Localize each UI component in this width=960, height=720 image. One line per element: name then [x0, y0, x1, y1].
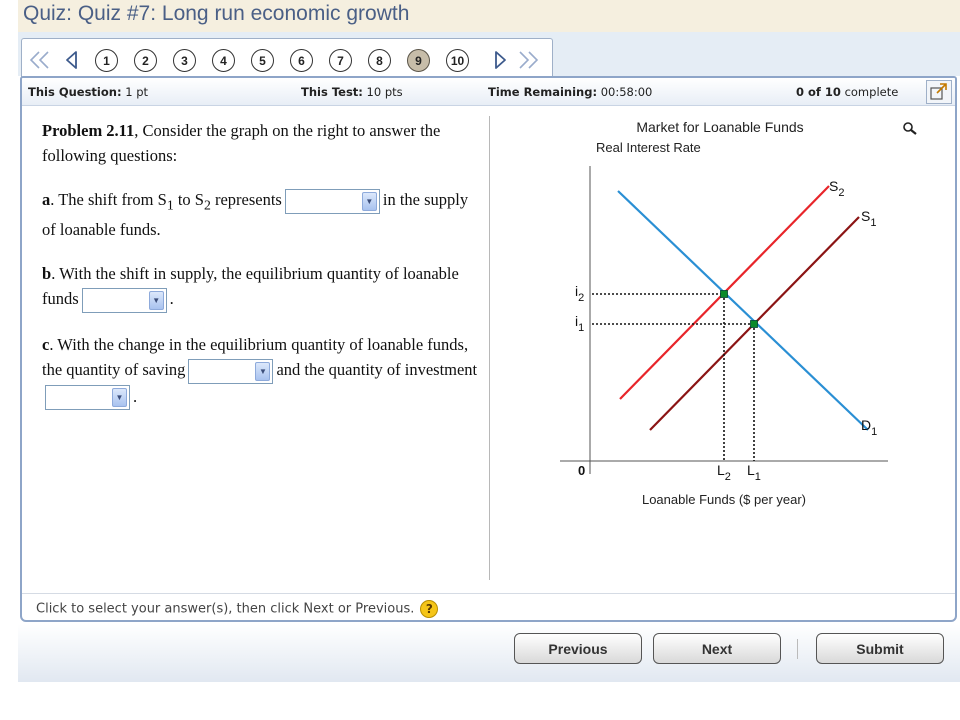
l2-label: L2: [717, 462, 731, 483]
l1-label: L1: [747, 462, 761, 483]
chevron-down-icon: ▼: [112, 388, 127, 408]
chevron-down-icon: ▼: [255, 361, 271, 381]
previous-button[interactable]: Previous: [514, 633, 642, 664]
chevron-down-icon: ▼: [148, 291, 164, 311]
title-bar: Quiz: Quiz #7: Long run economic growth: [18, 0, 960, 32]
part-a: a. The shift from S1 to S2 represents ▼ in…: [42, 188, 469, 240]
chevron-down-icon: ▼: [361, 191, 377, 211]
origin-label: 0: [578, 463, 585, 478]
question-2-button[interactable]: 2: [134, 49, 157, 72]
expand-view-button[interactable]: [926, 80, 952, 104]
part-b-dropdown[interactable]: ▼: [81, 288, 167, 314]
question-8-button[interactable]: 8: [368, 49, 391, 72]
completion-status: 0 of 10 complete: [796, 85, 899, 99]
zoom-icon[interactable]: [902, 121, 918, 135]
y-axis-label: Real Interest Rate: [596, 140, 701, 155]
loanable-funds-graph: Market for Loanable Funds Real Interest …: [560, 119, 918, 507]
last-question-icon[interactable]: [516, 48, 540, 72]
question-7-button[interactable]: 7: [329, 49, 352, 72]
pane-divider: [489, 116, 490, 580]
x-axis-label: Loanable Funds ($ per year): [642, 492, 806, 507]
help-icon[interactable]: ?: [420, 600, 439, 618]
part-c-investment-dropdown[interactable]: ▼: [45, 385, 130, 411]
next-button[interactable]: Next: [653, 633, 781, 664]
part-c-saving-dropdown[interactable]: ▼: [188, 358, 274, 384]
question-9-button[interactable]: 9: [407, 49, 430, 72]
time-remaining-info: Time Remaining: 00:58:00: [488, 85, 653, 99]
previous-question-icon[interactable]: [60, 48, 84, 72]
equilibrium-point-2: [720, 290, 728, 298]
equilibrium-point-1: [750, 320, 758, 328]
first-question-icon[interactable]: [28, 48, 52, 72]
expand-icon: [930, 83, 947, 100]
d1-label: D1: [861, 417, 877, 438]
quiz-title: Quiz: Quiz #7: Long run economic growth: [23, 2, 410, 25]
question-text: Problem 2.11, Consider the graph on the …: [42, 118, 484, 429]
next-question-icon[interactable]: [488, 48, 512, 72]
question-nav-tab: 1 2 3 4 5 6 7 8 9 10: [21, 38, 553, 79]
question-panel: This Question: 1 pt This Test: 10 pts Ti…: [20, 76, 957, 622]
problem-intro: Problem 2.11, Consider the graph on the …: [42, 121, 441, 165]
question-3-button[interactable]: 3: [173, 49, 196, 72]
problem-label: Problem 2.11: [42, 121, 135, 140]
question-info-bar: This Question: 1 pt This Test: 10 pts Ti…: [22, 78, 955, 106]
button-bar: Previous Next Submit: [18, 624, 960, 682]
i2-label: i2: [575, 283, 584, 304]
question-6-button[interactable]: 6: [290, 49, 313, 72]
part-a-dropdown[interactable]: ▼: [284, 188, 380, 214]
demand-curve-d1: [617, 190, 869, 431]
s1-label: S1: [861, 208, 876, 229]
graph-title: Market for Loanable Funds: [636, 119, 803, 135]
submit-button[interactable]: Submit: [816, 633, 944, 664]
question-5-button[interactable]: 5: [251, 49, 274, 72]
question-4-button[interactable]: 4: [212, 49, 235, 72]
footer-hint: Click to select your answer(s), then cli…: [36, 600, 439, 618]
question-10-button[interactable]: 10: [446, 49, 469, 72]
quiz-window: Quiz: Quiz #7: Long run economic growth …: [0, 0, 960, 720]
part-c: c. With the change in the equilibrium qu…: [42, 332, 484, 411]
part-b: b. With the shift in supply, the equilib…: [42, 261, 484, 314]
this-test-info: This Test: 10 pts: [301, 85, 403, 99]
this-question-info: This Question: 1 pt: [28, 85, 148, 99]
button-separator: [797, 639, 798, 659]
question-1-button[interactable]: 1: [95, 49, 118, 72]
i1-label: i1: [575, 313, 584, 334]
footer-divider: [22, 593, 955, 594]
s2-label: S2: [829, 178, 844, 199]
question-navigation: 1 2 3 4 5 6 7 8 9 10: [18, 32, 960, 79]
